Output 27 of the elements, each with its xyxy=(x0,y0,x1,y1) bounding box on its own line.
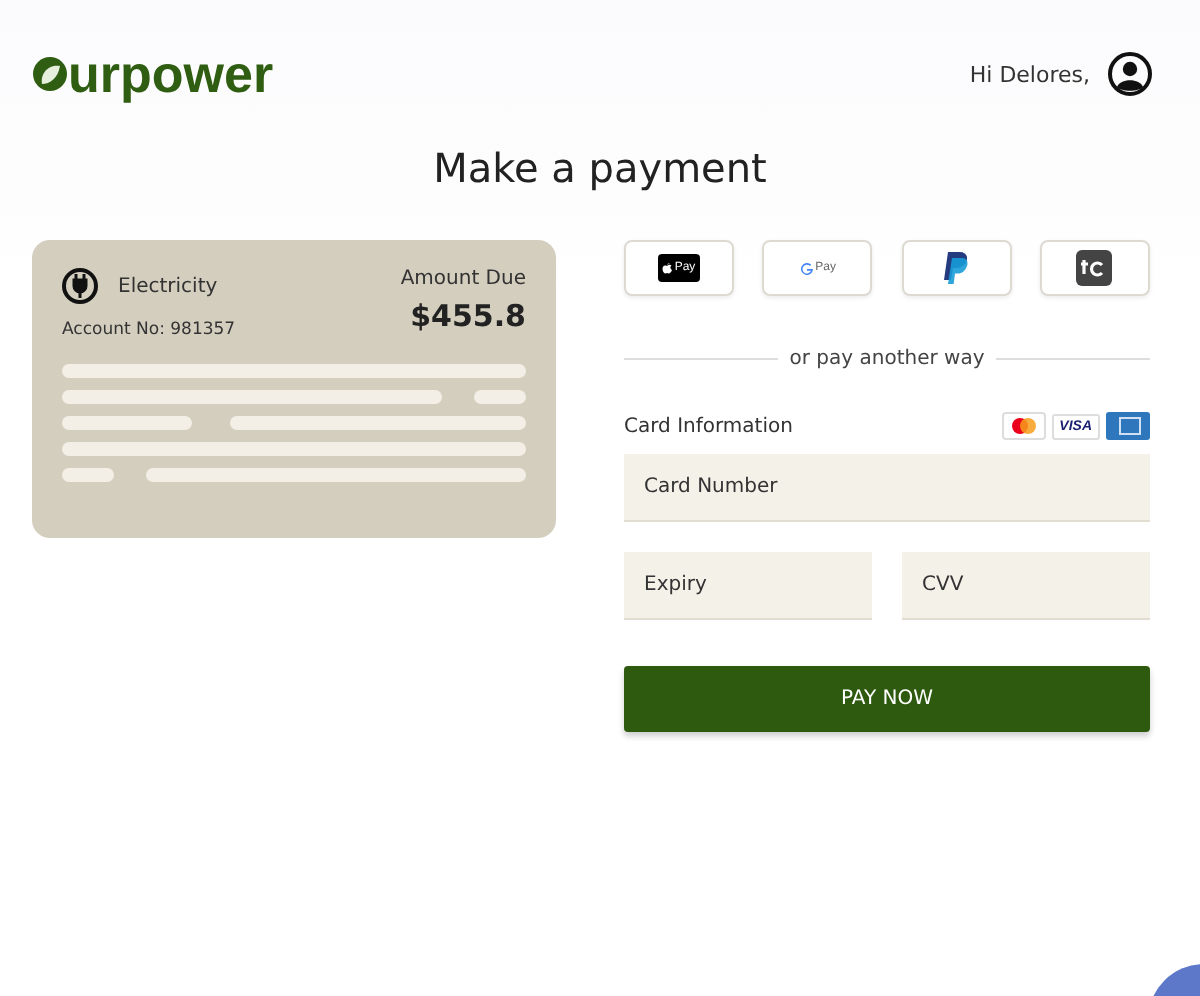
input-field[interactable]: Card Number xyxy=(624,454,1150,522)
amex-icon xyxy=(1106,412,1150,440)
account-number: Account No: 981357 xyxy=(62,320,236,340)
greeting: Hi Delores, xyxy=(969,61,1090,87)
apple-icon xyxy=(662,262,673,274)
service-name: Electricity xyxy=(118,275,218,297)
input-field[interactable]: Expiry xyxy=(624,552,872,620)
tc-logo-icon xyxy=(1076,250,1113,286)
payment-option-button[interactable] xyxy=(901,240,1012,296)
mastercard-icon xyxy=(1001,412,1046,440)
pay-now-button[interactable]: PAY NOW xyxy=(624,666,1150,732)
google-g-icon xyxy=(799,261,814,275)
amount-due: $455.8 xyxy=(408,298,526,334)
payment-option-button[interactable] xyxy=(1039,240,1150,296)
logo[interactable]: urpower xyxy=(68,48,274,100)
placeholder-line xyxy=(62,416,192,430)
card-information-label: Card Information xyxy=(624,415,793,437)
page-title: Make a payment xyxy=(431,144,769,192)
paypal-icon xyxy=(942,250,971,286)
amount-due-label: Amount Due xyxy=(400,268,526,290)
user-avatar-icon xyxy=(1108,52,1152,96)
divider-text: or pay another way xyxy=(789,348,985,370)
leaf-icon xyxy=(32,56,68,92)
input-field[interactable]: CVV xyxy=(902,552,1150,620)
plug-icon xyxy=(62,268,98,304)
placeholder-line xyxy=(474,390,526,404)
placeholder-line xyxy=(62,468,114,482)
